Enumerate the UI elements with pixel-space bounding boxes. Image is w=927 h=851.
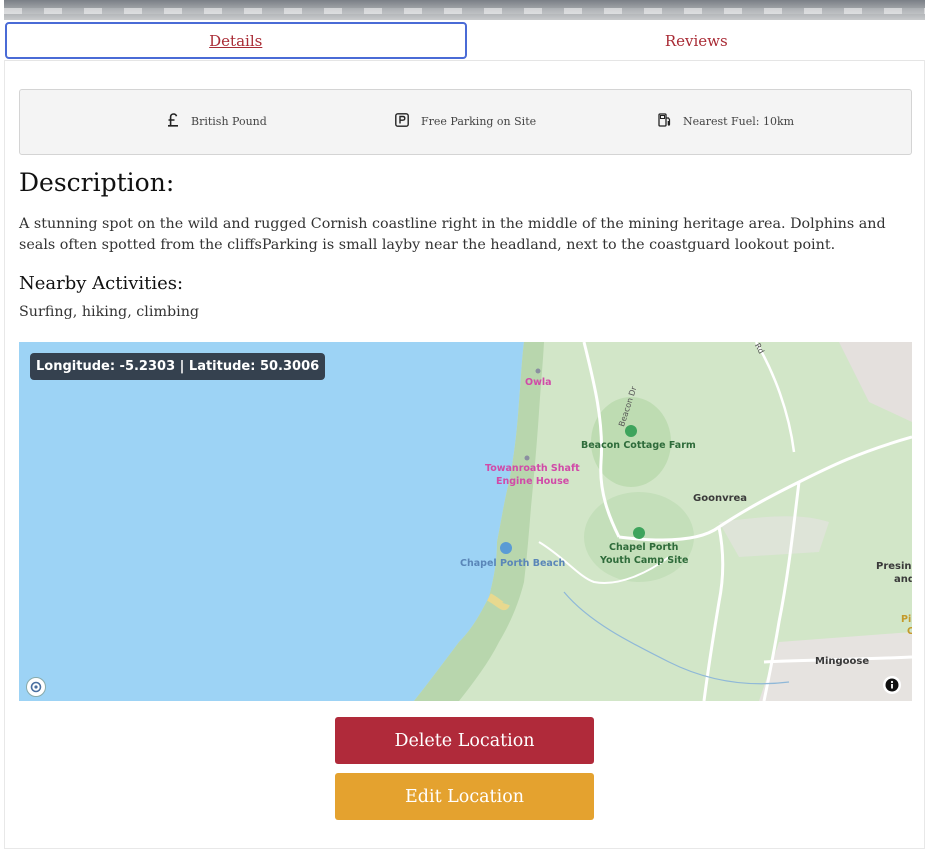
map-base-layer [19,342,912,701]
delete-location-button[interactable]: Delete Location [335,717,594,764]
description-text: A stunning spot on the wild and rugged C… [19,216,886,253]
map-label-chapel-porth-camp-2: Youth Camp Site [600,555,689,566]
detail-tabs: Details Reviews [4,22,925,61]
activities-heading: Nearby Activities: [19,273,184,294]
map-label-towanroath-2: Engine House [496,476,570,487]
map-label-presing-1: Presing [876,561,912,572]
map-label-pi-2: C [907,626,912,637]
fuel-info: Nearest Fuel: 10km [658,113,794,130]
details-panel: British Pound Free Parking on Site Neare… [4,60,925,849]
map-label-goonvrea: Goonvrea [693,493,748,504]
edit-location-button[interactable]: Edit Location [335,773,594,820]
currency-label: British Pound [191,115,267,128]
map-label-pi-1: Pi [901,614,912,625]
fuel-pump-icon [658,113,683,130]
map-label-owla: Owla [525,377,552,388]
tab-details[interactable]: Details [5,22,467,59]
map-label-presing-2: and [894,574,912,585]
parking-label: Free Parking on Site [421,115,537,128]
description-heading: Description: [19,168,175,197]
pound-icon [167,113,191,130]
map-label-mingoose: Mingoose [815,656,870,667]
activities-text: Surfing, hiking, climbing [19,304,200,320]
location-map[interactable]: Owla Beacon Dr Rd Beacon Cottage Farm To… [19,342,912,701]
fuel-label: Nearest Fuel: 10km [683,115,795,128]
amenities-bar: British Pound Free Parking on Site Neare… [19,89,912,155]
tab-reviews[interactable]: Reviews [468,22,926,60]
map-info-icon[interactable] [883,676,901,694]
map-label-towanroath-1: Towanroath Shaft [485,463,580,474]
map-logo-icon[interactable] [26,677,46,697]
map-label-chapel-porth-camp-1: Chapel Porth [609,542,679,553]
coordinates-readout: Longitude: -5.2303 | Latitude: 50.3006 [30,353,326,380]
location-hero-image [4,0,925,20]
parking-icon [395,113,421,130]
map-label-beacon-cottage-farm: Beacon Cottage Farm [581,440,696,451]
currency-info: British Pound [167,113,267,130]
map-label-chapel-porth-beach: Chapel Porth Beach [460,558,566,569]
parking-info: Free Parking on Site [395,113,536,130]
